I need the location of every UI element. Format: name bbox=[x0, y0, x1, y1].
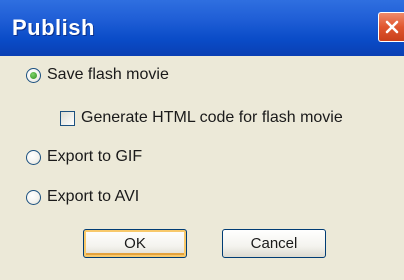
generate-html-label: Generate HTML code for flash movie bbox=[81, 109, 343, 126]
publish-dialog: Publish Save flash movie Generate HTML c… bbox=[0, 0, 404, 280]
save-flash-label: Save flash movie bbox=[47, 66, 169, 83]
dialog-title: Publish bbox=[12, 15, 95, 40]
save-flash-option[interactable]: Save flash movie bbox=[26, 66, 169, 84]
title-bar[interactable]: Publish bbox=[0, 0, 404, 56]
save-flash-radio[interactable] bbox=[26, 67, 41, 83]
generate-html-checkbox[interactable] bbox=[60, 110, 75, 126]
close-icon bbox=[385, 20, 398, 34]
generate-html-option[interactable]: Generate HTML code for flash movie bbox=[60, 109, 343, 127]
export-avi-radio[interactable] bbox=[26, 189, 41, 205]
cancel-button[interactable]: Cancel bbox=[222, 229, 326, 258]
export-gif-label: Export to GIF bbox=[47, 148, 143, 165]
export-avi-option[interactable]: Export to AVI bbox=[26, 188, 139, 206]
export-gif-option[interactable]: Export to GIF bbox=[26, 148, 142, 166]
export-avi-label: Export to AVI bbox=[47, 188, 140, 205]
close-button[interactable] bbox=[378, 12, 404, 42]
ok-button[interactable]: OK bbox=[83, 229, 187, 258]
export-gif-radio[interactable] bbox=[26, 149, 41, 165]
